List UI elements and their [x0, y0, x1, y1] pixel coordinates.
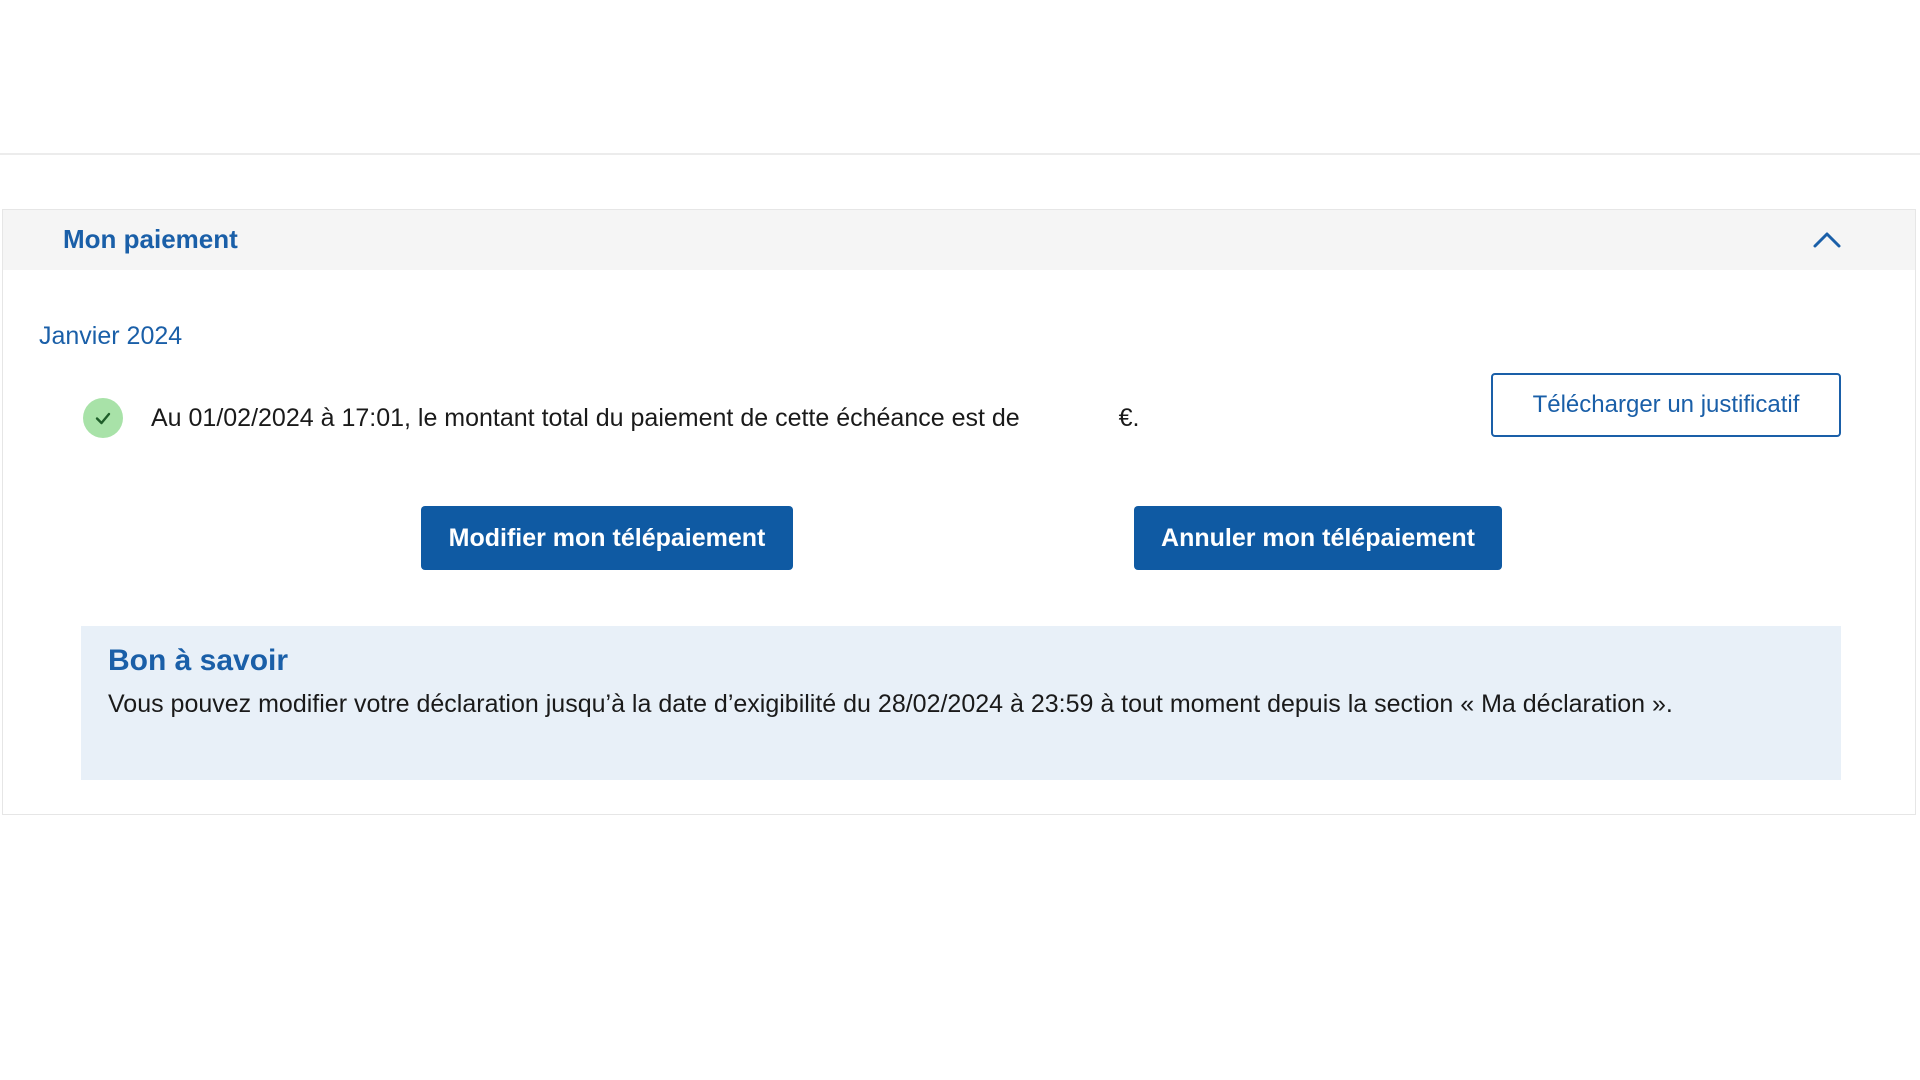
payment-status: Au 01/02/2024 à 17:01, le montant total … — [83, 396, 1140, 440]
info-notice: Bon à savoir Vous pouvez modifier votre … — [81, 626, 1841, 780]
top-divider — [0, 153, 1920, 155]
cancel-payment-button[interactable]: Annuler mon télépaiement — [1134, 506, 1502, 570]
check-icon — [83, 398, 123, 438]
status-text: Au 01/02/2024 à 17:01, le montant total … — [151, 404, 1140, 433]
status-message: Au 01/02/2024 à 17:01, le montant total … — [151, 403, 1020, 432]
period-label: Janvier 2024 — [39, 322, 183, 350]
info-title: Bon à savoir — [108, 644, 289, 677]
modify-payment-button[interactable]: Modifier mon télépaiement — [421, 506, 793, 570]
payment-panel: Mon paiement Janvier 2024 Au 01/02/2024 … — [2, 209, 1916, 815]
payment-panel-header[interactable]: Mon paiement — [3, 210, 1915, 270]
download-receipt-button[interactable]: Télécharger un justificatif — [1491, 373, 1841, 437]
panel-title: Mon paiement — [63, 224, 238, 254]
chevron-up-icon[interactable] — [1811, 224, 1843, 256]
currency-suffix: €. — [1118, 403, 1140, 432]
info-text: Vous pouvez modifier votre déclaration j… — [108, 690, 1673, 718]
